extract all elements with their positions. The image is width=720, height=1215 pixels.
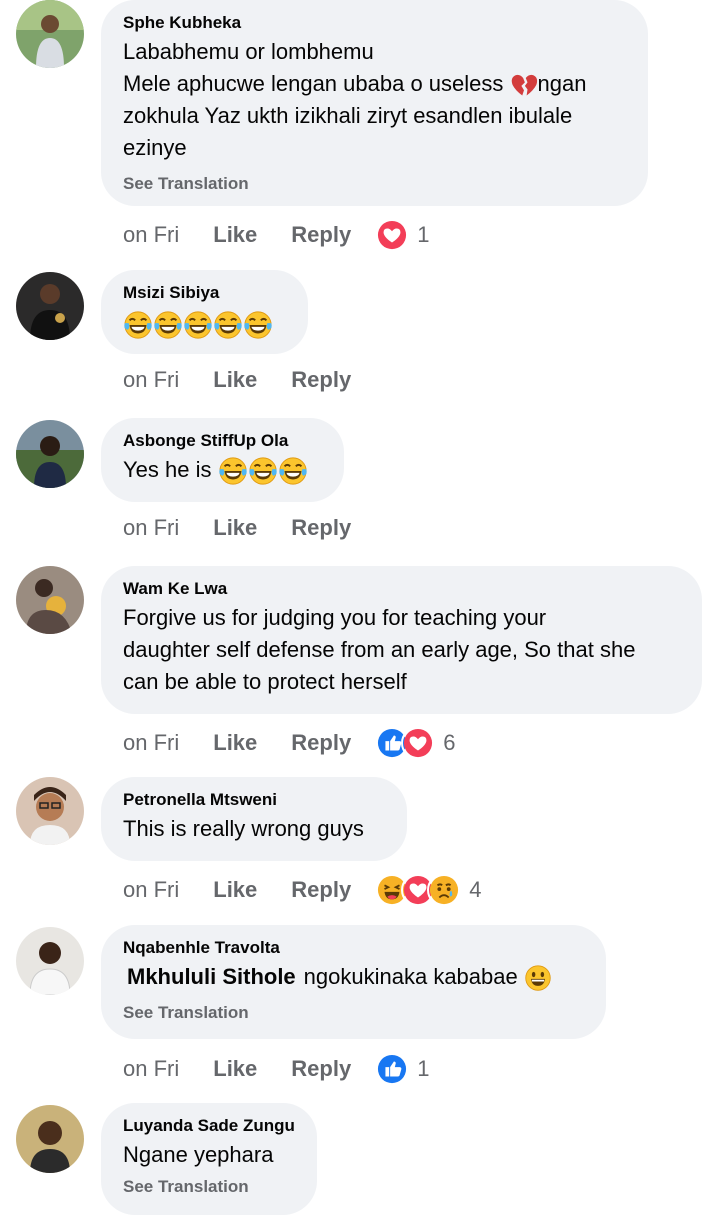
love-reaction-icon	[375, 218, 410, 252]
broken-heart-emoji	[510, 71, 538, 99]
like-button[interactable]: Like	[213, 515, 257, 541]
reaction-count: 1	[417, 1056, 430, 1081]
comment-actions: on Fri Like Reply	[123, 515, 385, 541]
avatar[interactable]	[16, 1105, 84, 1173]
comment-bubble[interactable]: Wam Ke Lwa Forgive us for judging you fo…	[101, 566, 702, 714]
laughing-tears-emoji	[278, 456, 308, 486]
see-translation-link[interactable]: See Translation	[123, 1003, 584, 1023]
laughing-tears-emoji	[248, 456, 278, 486]
reply-button[interactable]: Reply	[291, 1056, 351, 1082]
comment-time[interactable]: on Fri	[123, 877, 179, 903]
laughing-tears-emoji	[218, 456, 248, 486]
like-button[interactable]: Like	[213, 367, 257, 393]
comment-bubble[interactable]: Nqabenhle Travolta Mkhululi Sithole ngoku…	[101, 925, 606, 1039]
comment-actions: on Fri Like Reply	[123, 367, 385, 393]
see-translation-link[interactable]: See Translation	[123, 1177, 295, 1197]
love-reaction-icon	[401, 726, 436, 760]
reactions-summary[interactable]: 1	[375, 218, 429, 252]
comment-author[interactable]: Luyanda Sade Zungu	[123, 1115, 295, 1137]
comment-time[interactable]: on Fri	[123, 1056, 179, 1082]
avatar[interactable]	[16, 566, 84, 634]
like-button[interactable]: Like	[213, 730, 257, 756]
comment-actions: on Fri Like Reply 4	[123, 873, 481, 907]
laughing-tears-emoji	[213, 310, 243, 340]
comment-bubble[interactable]: Luyanda Sade Zungu Ngane yephara See Tra…	[101, 1103, 317, 1215]
comment-time[interactable]: on Fri	[123, 367, 179, 393]
comment-author[interactable]: Wam Ke Lwa	[123, 578, 680, 600]
reply-button[interactable]: Reply	[291, 515, 351, 541]
avatar[interactable]	[16, 777, 84, 845]
like-button[interactable]: Like	[213, 222, 257, 248]
reply-button[interactable]: Reply	[291, 730, 351, 756]
reaction-count: 1	[417, 222, 430, 247]
comment-bubble[interactable]: Msizi Sibiya	[101, 270, 308, 354]
comment-text: Forgive us for judging you for teaching …	[123, 605, 636, 694]
comment-bubble[interactable]: Petronella Mtsweni This is really wrong …	[101, 777, 407, 861]
sad-reaction-icon	[427, 873, 462, 907]
comment-bubble[interactable]: Sphe Kubheka Lababhemu or lombhemu Mele …	[101, 0, 648, 206]
reactions-summary[interactable]: 1	[375, 1052, 429, 1086]
reply-button[interactable]: Reply	[291, 222, 351, 248]
comment-time[interactable]: on Fri	[123, 730, 179, 756]
comment-text: Lababhemu or lombhemu Mele aphucwe lenga…	[123, 39, 587, 160]
comment-time[interactable]: on Fri	[123, 222, 179, 248]
avatar[interactable]	[16, 927, 84, 995]
comment-bubble[interactable]: Asbonge StiffUp Ola Yes he is	[101, 418, 344, 502]
see-translation-link[interactable]: See Translation	[123, 174, 626, 194]
avatar[interactable]	[16, 272, 84, 340]
grinning-emoji	[524, 964, 552, 992]
comment-actions: on Fri Like Reply 6	[123, 726, 455, 760]
like-button[interactable]: Like	[213, 877, 257, 903]
laughing-tears-emoji	[123, 310, 153, 340]
like-reaction-icon	[375, 1052, 410, 1086]
laughing-tears-emoji	[243, 310, 273, 340]
avatar[interactable]	[16, 420, 84, 488]
comment-text: Ngane yephara	[123, 1142, 274, 1167]
reactions-summary[interactable]: 4	[375, 873, 481, 907]
comment-author[interactable]: Sphe Kubheka	[123, 12, 626, 34]
avatar[interactable]	[16, 0, 84, 68]
laughing-tears-emoji	[153, 310, 183, 340]
comment-text: Mkhululi Sithole ngokukinaka kababae	[127, 961, 584, 993]
comment-author[interactable]: Petronella Mtsweni	[123, 789, 385, 811]
reply-button[interactable]: Reply	[291, 877, 351, 903]
laughing-tears-emoji	[183, 310, 213, 340]
reactions-summary[interactable]: 6	[375, 726, 455, 760]
comment-author[interactable]: Nqabenhle Travolta	[123, 937, 584, 959]
comment-actions: on Fri Like Reply 1	[123, 218, 429, 252]
like-button[interactable]: Like	[213, 1056, 257, 1082]
comment-author[interactable]: Asbonge StiffUp Ola	[123, 430, 322, 452]
comment-text: This is really wrong guys	[123, 816, 364, 841]
reaction-count: 4	[469, 877, 482, 902]
mention-link[interactable]: Mkhululi Sithole	[127, 964, 296, 989]
comment-text: Yes he is	[123, 454, 322, 486]
reaction-count: 6	[443, 730, 456, 755]
reply-button[interactable]: Reply	[291, 367, 351, 393]
comment-text	[123, 308, 286, 340]
comment-actions: on Fri Like Reply 1	[123, 1052, 429, 1086]
comment-author[interactable]: Msizi Sibiya	[123, 282, 286, 304]
comment-time[interactable]: on Fri	[123, 515, 179, 541]
